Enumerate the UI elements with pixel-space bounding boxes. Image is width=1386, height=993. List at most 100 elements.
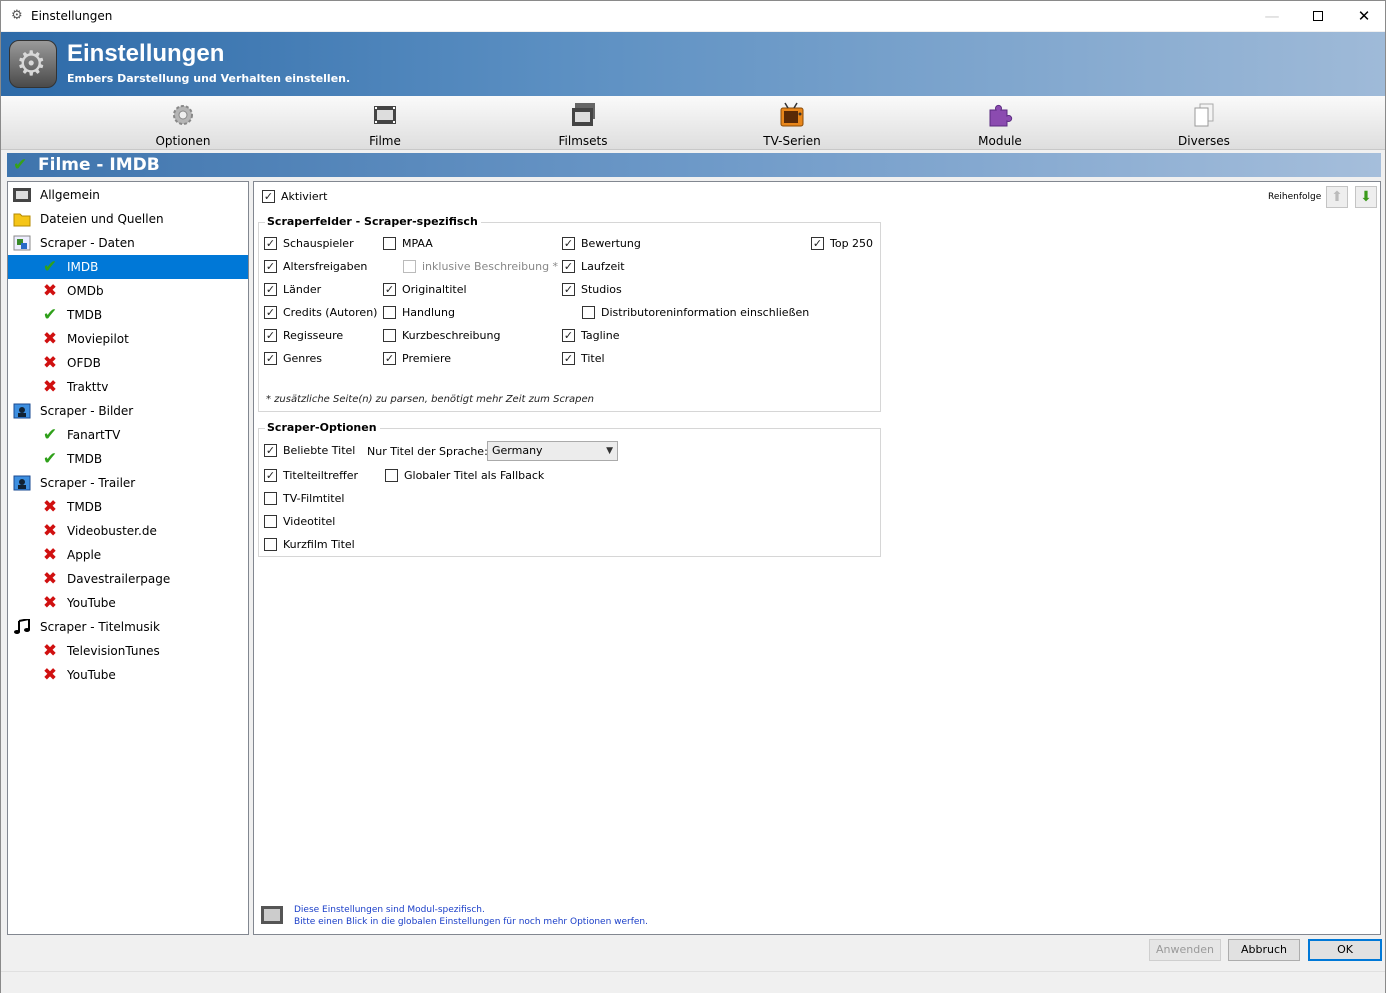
checkbox-label: Top 250 xyxy=(830,237,874,250)
cross-icon: ✖ xyxy=(42,281,58,301)
toolbar-label: TV-Serien xyxy=(763,134,821,148)
film-icon xyxy=(13,188,31,202)
checkbox-box: ✓ xyxy=(264,444,277,457)
tree-item-label: OFDB xyxy=(67,356,101,370)
tree-item[interactable]: ✖ Videobuster.de xyxy=(8,519,248,543)
tree-item[interactable]: Scraper - Titelmusik xyxy=(8,615,248,639)
checkbox-box xyxy=(264,515,277,528)
tree-item-label: FanartTV xyxy=(67,428,121,442)
tree-item-label: Trakttv xyxy=(67,380,109,394)
tree-item[interactable]: Scraper - Trailer xyxy=(8,471,248,495)
window-title: Einstellungen xyxy=(31,9,113,23)
checkbox-label: Tagline xyxy=(581,329,620,342)
toolbar-label: Diverses xyxy=(1178,134,1230,148)
checkbox-box: ✓ xyxy=(562,329,575,342)
tree-item-label: TMDB xyxy=(67,308,103,322)
checkbox-label: Handlung xyxy=(402,306,455,319)
order-down-button[interactable]: ⬇ xyxy=(1355,186,1377,208)
close-button[interactable]: ✕ xyxy=(1341,1,1386,31)
tree-item[interactable]: ✖ OMDb xyxy=(8,279,248,303)
toolbar-tv-serien[interactable]: TV-Serien xyxy=(737,100,847,148)
checkbox-box: ✓ xyxy=(383,352,396,365)
tree-item[interactable]: Scraper - Daten xyxy=(8,231,248,255)
toolbar-diverses[interactable]: Diverses xyxy=(1149,100,1259,148)
checkbox-label: Schauspieler xyxy=(283,237,354,250)
film-icon xyxy=(261,906,283,924)
settings-tree[interactable]: Allgemein Dateien und Quellen Scraper - Da… xyxy=(7,181,249,935)
cross-icon: ✖ xyxy=(42,593,58,613)
tree-item[interactable]: ✖ YouTube xyxy=(8,663,248,687)
toolbar-label: Module xyxy=(978,134,1022,148)
tree-item[interactable]: ✖ TMDB xyxy=(8,495,248,519)
tree-item[interactable]: ✖ Moviepilot xyxy=(8,327,248,351)
tree-item[interactable]: Scraper - Bilder xyxy=(8,399,248,423)
maximize-button[interactable] xyxy=(1295,1,1341,31)
checkbox-label: Laufzeit xyxy=(581,260,625,273)
tree-item-label: YouTube xyxy=(67,668,116,682)
checkbox-label: Kurzfilm Titel xyxy=(283,538,355,551)
tree-item[interactable]: ✔ TMDB xyxy=(8,303,248,327)
title-bar: ⚙ Einstellungen — ✕ xyxy=(1,1,1385,31)
checkbox-box xyxy=(264,538,277,551)
check-icon: ✔ xyxy=(42,305,58,325)
apply-button[interactable]: Anwenden xyxy=(1149,939,1221,961)
checkbox-box xyxy=(383,306,396,319)
checkbox-box: ✓ xyxy=(264,469,277,482)
documents-icon xyxy=(1194,103,1214,127)
checkbox-label: Originaltitel xyxy=(402,283,467,296)
tree-item[interactable]: ✔ FanartTV xyxy=(8,423,248,447)
toolbar-optionen[interactable]: Optionen xyxy=(128,100,238,148)
tree-item[interactable]: ✖ Trakttv xyxy=(8,375,248,399)
settings-window: ⚙ Einstellungen — ✕ ⚙ Einstellungen Embe… xyxy=(0,0,1386,993)
arrow-up-icon: ⬆ xyxy=(1331,189,1343,205)
checkbox-label: Beliebte Titel xyxy=(283,444,356,457)
toolbar-label: Optionen xyxy=(155,134,211,148)
checkbox-box: ✓ xyxy=(264,306,277,319)
tree-item[interactable]: ✖ TelevisionTunes xyxy=(8,639,248,663)
image-scraper-icon xyxy=(13,403,31,419)
tree-item-label: Scraper - Titelmusik xyxy=(40,620,160,634)
tree-item[interactable]: ✔ TMDB xyxy=(8,447,248,471)
group-title: Scraper-Optionen xyxy=(265,421,380,434)
arrow-down-icon: ⬇ xyxy=(1360,189,1372,205)
tree-item[interactable]: Dateien und Quellen xyxy=(8,207,248,231)
checkbox-box: ✓ xyxy=(264,283,277,296)
tree-item-label: YouTube xyxy=(67,596,116,610)
tree-item[interactable]: ✔ IMDB xyxy=(8,255,248,279)
tree-item[interactable]: ✖ OFDB xyxy=(8,351,248,375)
toolbar-label: Filme xyxy=(369,134,401,148)
checkbox-label: Titelteiltreffer xyxy=(283,469,358,482)
fields-note: * zusätzliche Seite(n) zu parsen, benöti… xyxy=(266,394,595,405)
tree-item-label: Davestrailerpage xyxy=(67,572,171,586)
order-up-button[interactable]: ⬆ xyxy=(1326,186,1348,208)
tree-item[interactable]: ✖ Davestrailerpage xyxy=(8,567,248,591)
filmsets-icon xyxy=(572,103,595,126)
ok-button[interactable]: OK xyxy=(1308,939,1382,961)
checkbox-label: TV-Filmtitel xyxy=(283,492,345,505)
checkbox-box: ✓ xyxy=(264,352,277,365)
toolbar-filmsets[interactable]: Filmsets xyxy=(528,100,638,148)
checkbox-label: Videotitel xyxy=(283,515,336,528)
tree-item-label: Dateien und Quellen xyxy=(40,212,164,226)
section-header: ✔ Filme - IMDB xyxy=(7,153,1381,177)
checkbox-box xyxy=(264,492,277,505)
toolbar-module[interactable]: Module xyxy=(945,100,1055,148)
tree-item[interactable]: ✖ YouTube xyxy=(8,591,248,615)
banner-subtitle: Embers Darstellung und Verhalten einstel… xyxy=(67,72,351,85)
cancel-button[interactable]: Abbruch xyxy=(1228,939,1300,961)
checkbox-label: MPAA xyxy=(402,237,433,250)
toolbar-filme[interactable]: Filme xyxy=(330,100,440,148)
music-icon xyxy=(14,619,30,634)
film-icon xyxy=(374,106,396,124)
minimize-button[interactable]: — xyxy=(1249,1,1295,31)
toolbar-label: Filmsets xyxy=(558,134,608,148)
tree-item-label: TMDB xyxy=(67,500,103,514)
tree-item[interactable]: Allgemein xyxy=(8,183,248,207)
language-select[interactable]: Germany ▼ xyxy=(487,441,618,461)
order-label: Reihenfolge xyxy=(1268,192,1322,202)
checkbox-box: ✓ xyxy=(562,283,575,296)
module-note-line: Diese Einstellungen sind Modul-spezifisc… xyxy=(294,905,485,915)
group-title: Scraperfelder - Scraper-spezifisch xyxy=(265,215,481,228)
tree-item[interactable]: ✖ Apple xyxy=(8,543,248,567)
tree-item-label: Videobuster.de xyxy=(67,524,157,538)
